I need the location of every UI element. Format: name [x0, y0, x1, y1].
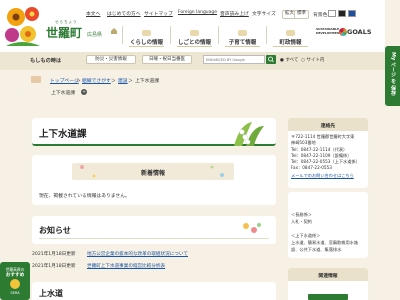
sdgs-development-text: DEVELOPMENT [316, 31, 342, 35]
sdgs-wheel-icon [339, 28, 347, 36]
logo-town-name[interactable]: 世羅町 [46, 24, 82, 41]
breadcrumb-construction[interactable]: 建設 [118, 77, 128, 84]
bg-color-black-button[interactable] [338, 10, 346, 17]
current-page-label: 上下水道課 [51, 91, 75, 96]
notice-link[interactable]: 地方公営企業の抜本的な改革の取組状況について [87, 251, 188, 257]
bg-color-label: 背景色 [313, 13, 328, 18]
badge-flower-icon [10, 279, 20, 289]
search-scope-site-radio[interactable]: ○ サイト内 [301, 57, 324, 63]
nav-underline [177, 45, 212, 47]
duty-line: ＜上下水道係＞ [291, 233, 321, 238]
water-supply-section: 上水道 [32, 282, 276, 300]
childcare-icon [238, 30, 247, 36]
foreign-language-link[interactable]: Foreign language [178, 10, 217, 15]
page-title: 上下水道課 [39, 129, 87, 140]
bookmark-add-icon[interactable]: + [81, 89, 87, 95]
contact-address-2: 神崎503番地 [291, 140, 316, 145]
duties-card: ＜長務係＞ 入札・契約 ＜上下水道係＞ 上水道、簡易水道、宮廟飲雑用水施 設、公… [288, 192, 368, 258]
notice-section: お知らせ [32, 216, 276, 244]
top-links: 本文へ はじめての方へ サイトマップ Foreign language 音声読み… [86, 10, 306, 18]
text-size-standard-button[interactable]: 標準 [294, 10, 309, 19]
nav-underline [129, 45, 164, 47]
notice-heading: お知らせ [39, 226, 71, 235]
duty-line: 上水道、簡易水道、宮廟飲雑用水施 [291, 240, 359, 245]
contact-fax: Fax：0847-22-0553 [291, 165, 332, 170]
nav-living-info[interactable]: くらしの情報 [123, 23, 170, 49]
government-icon [286, 30, 295, 36]
text-size-label: 文字サイズ [252, 12, 276, 17]
nav-work-info[interactable]: しごとの情報 [171, 23, 218, 49]
nav-underline [225, 45, 260, 47]
contact-heading: 連絡先 [320, 124, 336, 129]
contact-mail-link[interactable]: メールでのお問い合わせはこちら [291, 173, 354, 179]
radio-site-label: サイト内 [306, 58, 325, 63]
lily-of-valley-illustration [228, 120, 270, 146]
search-button[interactable] [266, 55, 276, 64]
prefecture-label: 広島県 [87, 32, 103, 38]
holiday-doctor-label: 日曜・祝日当番医 [149, 57, 185, 62]
badge-mid-text: おすすめ [5, 273, 25, 278]
bg-color-blue-button[interactable] [348, 10, 356, 17]
breadcrumb-current: 上下水道課 [135, 79, 159, 84]
notice-deco-icon [238, 220, 264, 238]
badge-bottom-text: SERA [10, 291, 20, 295]
page-title-card: 上下水道課 [32, 118, 276, 146]
home-nav-icon[interactable] [110, 27, 118, 35]
my-page-save-label: My ページ を 保存 [390, 52, 396, 96]
nav-childcare-info[interactable]: 子育て情報 [219, 23, 266, 49]
breadcrumb: トップページ ＞ 組織でさがす ＞ 建設 ＞ 上下水道課 上下水道課 + [0, 71, 385, 103]
living-icon [142, 30, 151, 36]
sdgs-logo[interactable]: SUSTAINABLE DEVELOPMENT GOALS [316, 27, 372, 43]
breadcrumb-separator: ＞ [128, 79, 133, 84]
disaster-info-button[interactable]: 防災・災害情報 [86, 55, 136, 64]
nav-government-info[interactable]: 町政情報 [267, 23, 314, 49]
related-heading: 関連情報 [318, 274, 338, 279]
search-scope-all-radio[interactable]: ● すべて [280, 57, 298, 63]
breadcrumb-separator: ＞ [76, 79, 81, 84]
read-aloud-link[interactable]: 音声読み上げ [220, 10, 249, 17]
bg-color-white-button[interactable] [328, 10, 336, 17]
duty-line: 入札・契約 [291, 219, 312, 224]
logo-flower-image [2, 2, 44, 48]
sdgs-goals-text: GOALS [347, 28, 372, 36]
holiday-doctor-button[interactable]: 日曜・祝日当番医 [142, 55, 192, 64]
news-heading-banner: 新着情報 [72, 163, 234, 180]
breadcrumb-separator: ＞ [111, 79, 116, 84]
related-info-card: 関連情報 [288, 268, 368, 300]
emergency-title: もしもの時は [30, 58, 62, 64]
radio-all-label: すべて [285, 58, 299, 63]
skip-to-content-link[interactable]: 本文へ [86, 10, 100, 17]
notice-link[interactable]: 世羅町上下水道事業の経営比較分析表 [87, 263, 165, 269]
first-time-link[interactable]: はじめての方へ [107, 10, 141, 17]
my-page-save-tab[interactable]: My ページ を 保存 [385, 46, 400, 106]
site-search-input[interactable] [203, 55, 265, 64]
work-icon [190, 30, 199, 36]
notice-date: 2021年1月18日更新 [32, 252, 76, 257]
nav-underline [273, 45, 308, 47]
sitemap-link[interactable]: サイトマップ [144, 10, 173, 17]
disaster-info-label: 防災・災害情報 [95, 57, 127, 62]
duty-line: 設、公共下水道、集落排水 [291, 247, 342, 252]
news-section: 新着情報 現在、掲載されている情報はありません。 [32, 155, 276, 205]
news-empty-text: 現在、掲載されている情報はありません。 [39, 194, 130, 199]
search-icon [268, 56, 274, 63]
notice-date: 2021年1月18日更新 [32, 264, 76, 269]
related-link-button[interactable] [308, 294, 348, 300]
breadcrumb-organization[interactable]: 組織でさがす [82, 77, 111, 84]
notice-heading-rule [39, 238, 269, 239]
related-heading-bar: 関連情報 [288, 268, 368, 281]
duty-line: ＜長務係＞ [291, 212, 312, 217]
breadcrumb-home-icon [31, 76, 41, 83]
breadcrumb-top-page[interactable]: トップページ [50, 77, 79, 84]
contact-heading-bar: 連絡先 [288, 118, 368, 131]
water-supply-heading: 上水道 [39, 289, 63, 298]
news-heading: 新着情報 [140, 170, 165, 177]
contact-card: 連絡先 〒722-1114 世羅郡世羅町大字東 神崎503番地 Tel：0847… [288, 118, 368, 188]
sera-recommend-badge[interactable]: 世羅高原の おすすめ SERA [0, 262, 30, 300]
